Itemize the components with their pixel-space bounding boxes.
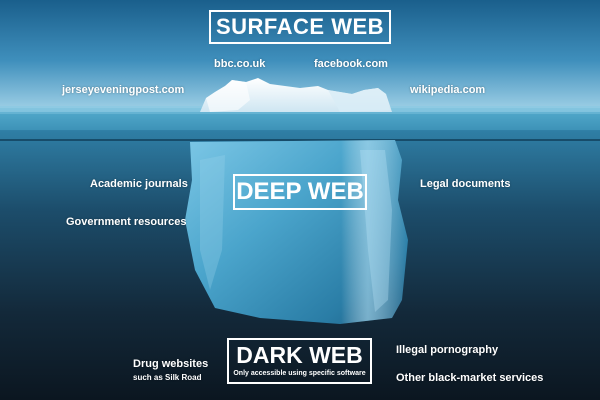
deep-example-government-resources: Government resources [66,216,187,228]
surface-example-wikipedia: wikipedia.com [410,84,486,96]
surface-web-title: SURFACE WEB [209,10,391,44]
surface-example-facebook: facebook.com [314,58,388,70]
iceberg-diagram: SURFACE WEB bbc.co.uk facebook.com jerse… [0,0,600,400]
surface-example-bbc: bbc.co.uk [214,58,266,70]
dark-example-black-market: Other black-market services [396,372,544,384]
deep-example-academic-journals: Academic journals [90,178,188,190]
dark-example-silk-road: such as Silk Road [133,373,202,382]
dark-example-illegal-pornography: Illegal pornography [396,344,499,356]
dark-web-subtitle: Only accessible using specific software [233,370,366,377]
dark-example-drug-websites: Drug websites [133,358,209,370]
deep-example-legal-documents: Legal documents [420,178,511,190]
dark-web-title: DARK WEB [236,342,363,368]
deep-web-title: DEEP WEB [233,174,367,210]
dark-web-box: DARK WEB Only accessible using specific … [227,338,372,384]
surface-example-jerseyeveningpost: jerseyeveningpost.com [62,84,185,96]
